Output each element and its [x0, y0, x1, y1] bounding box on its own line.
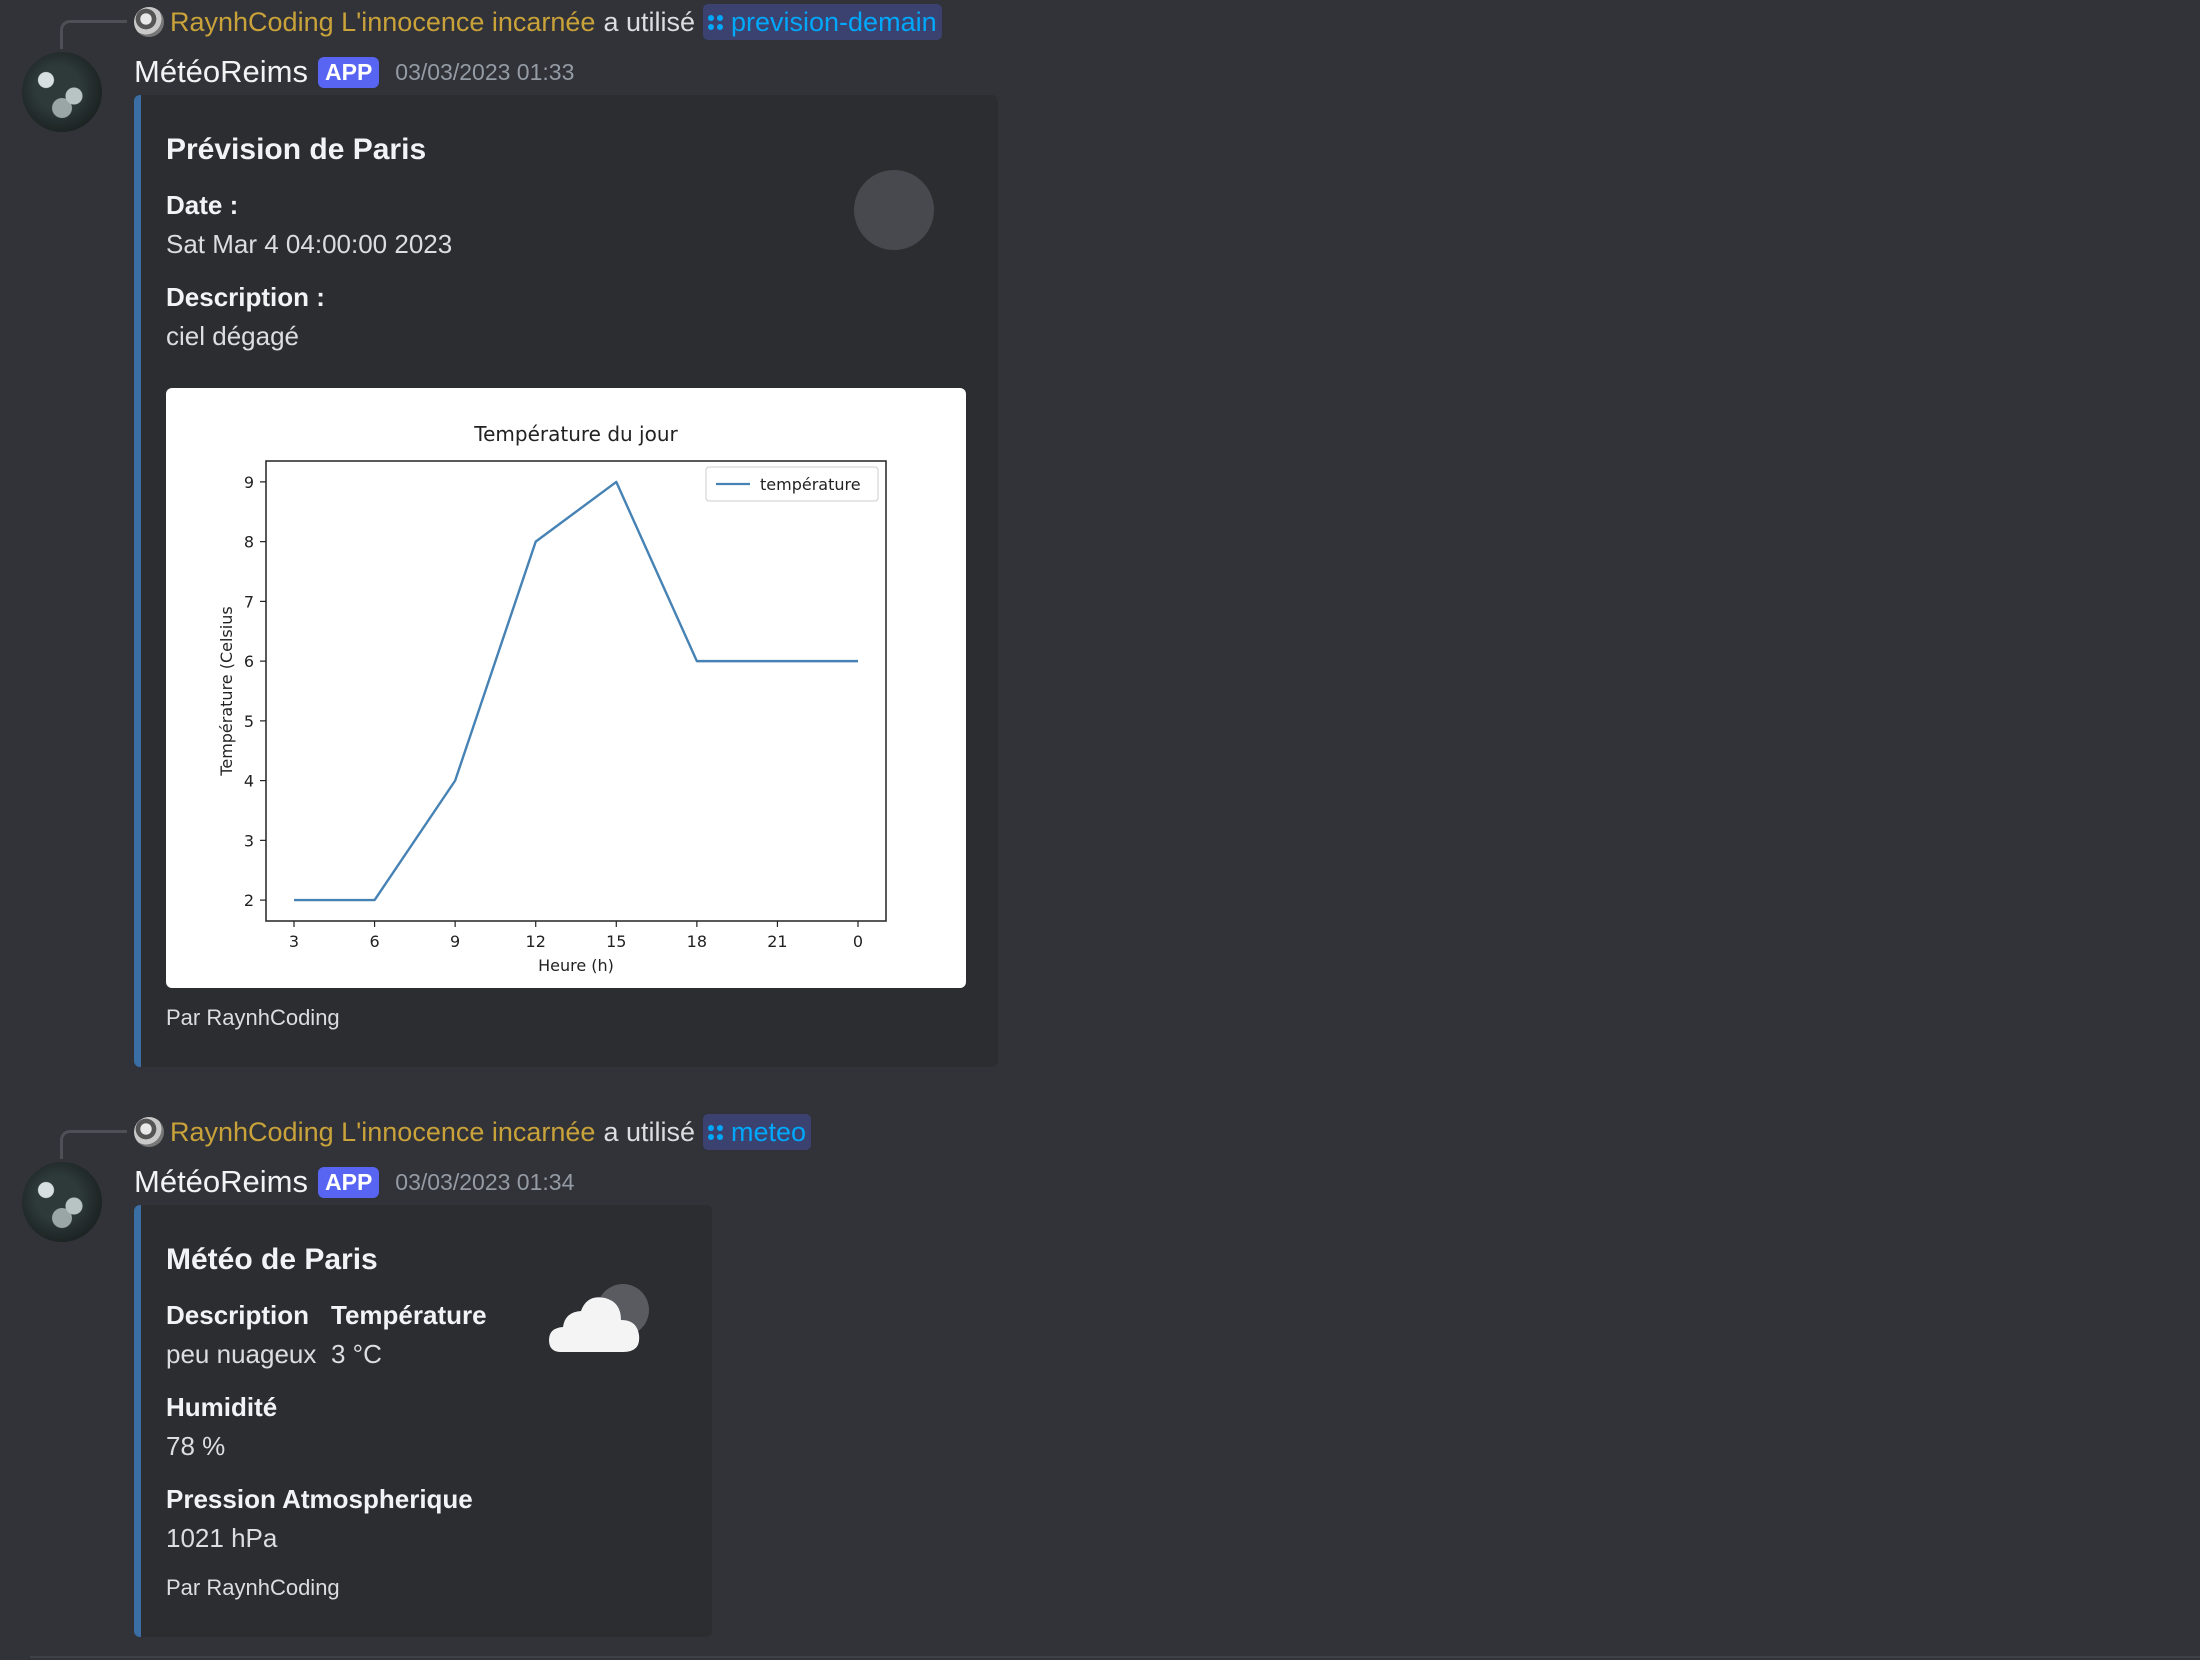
x-tick-label: 12	[526, 932, 546, 951]
reply-reference[interactable]: RaynhCoding L'innocence incarnée a utili…	[134, 1112, 812, 1152]
y-tick-label: 6	[244, 652, 254, 671]
reply-reference[interactable]: RaynhCoding L'innocence incarnée a utili…	[134, 2, 942, 42]
user-avatar-mini[interactable]	[134, 1117, 164, 1147]
field-humidity-name: Humidité	[166, 1392, 278, 1422]
y-tick-label: 7	[244, 592, 254, 611]
x-tick-label: 21	[767, 932, 787, 951]
field-date-name: Date :	[166, 190, 239, 220]
message-header: MétéoReims APP 03/03/2023 01:33	[134, 50, 574, 94]
y-tick-label: 4	[244, 772, 254, 791]
cloud-icon[interactable]	[547, 1280, 657, 1360]
command-mention[interactable]: meteo	[703, 1114, 812, 1150]
field-pressure-value: 1021 hPa	[166, 1523, 278, 1553]
app-badge: APP	[318, 1166, 380, 1198]
y-axis: 2 3 4 5 6 7 8 9	[244, 473, 266, 910]
field-description-name: Description	[166, 1300, 310, 1330]
x-tick-label: 3	[289, 932, 299, 951]
reply-used-text: a utilisé	[603, 1116, 695, 1147]
field-description-name: Description :	[166, 282, 325, 312]
reply-connector	[60, 20, 127, 49]
embed-footer: Par RaynhCoding	[166, 1005, 340, 1030]
y-tick-label: 8	[244, 533, 254, 552]
x-tick-label: 18	[687, 932, 707, 951]
field-description-value: peu nuageux	[166, 1339, 317, 1369]
y-tick-label: 5	[244, 712, 254, 731]
x-tick-label: 0	[853, 932, 863, 951]
field-description-value: ciel dégagé	[166, 321, 299, 351]
message-header: MétéoReims APP 03/03/2023 01:34	[134, 1160, 574, 1204]
reply-used-text: a utilisé	[603, 6, 695, 37]
field-pressure-name: Pression Atmospherique	[166, 1484, 473, 1514]
app-badge: APP	[318, 56, 380, 88]
x-tick-label: 15	[606, 932, 626, 951]
forecast-embed: Prévision de Paris Date : Sat Mar 4 04:0…	[134, 95, 998, 1067]
temperature-chart-image[interactable]: Température du jour 3 6 9 12 15 18 21 0 2 3 4 5 6 7 8…	[166, 388, 966, 988]
chart-title: Température du jour	[473, 422, 678, 446]
field-temperature-value: 3 °C	[331, 1339, 382, 1369]
field-date-value: Sat Mar 4 04:00:00 2023	[166, 229, 453, 259]
divider	[30, 1656, 2200, 1658]
series-layer	[293, 480, 859, 902]
field-temperature-name: Température	[331, 1300, 487, 1330]
x-tick-label: 6	[369, 932, 379, 951]
temperature-chart: Température du jour 3 6 9 12 15 18 21 0 2 3 4 5 6 7 8…	[217, 422, 887, 975]
user-avatar-mini[interactable]	[134, 7, 164, 37]
bot-avatar[interactable]	[22, 1162, 102, 1242]
y-tick-label: 3	[244, 831, 254, 850]
y-axis-label: Température (Celsius	[217, 606, 236, 776]
legend-label: température	[760, 475, 861, 494]
bot-username[interactable]: MétéoReims	[134, 1164, 308, 1200]
chart-legend: température	[705, 466, 879, 502]
embed-title: Météo de Paris	[166, 1243, 378, 1276]
weather-embed: Météo de Paris Description peu nuageux T…	[134, 1205, 712, 1637]
bot-avatar[interactable]	[22, 52, 102, 132]
y-tick-label: 2	[244, 891, 254, 910]
y-tick-label: 9	[244, 473, 254, 492]
message-timestamp[interactable]: 03/03/2023 01:34	[395, 1169, 574, 1196]
x-axis-label: Heure (h)	[538, 956, 614, 975]
slash-command-icon	[708, 1124, 723, 1140]
plot-frame	[265, 460, 887, 922]
message-timestamp[interactable]: 03/03/2023 01:33	[395, 59, 574, 86]
embed-thumbnail[interactable]	[854, 170, 934, 250]
embed-footer: Par RaynhCoding	[166, 1575, 340, 1600]
command-mention[interactable]: prevision-demain	[703, 4, 942, 40]
series-line	[294, 480, 858, 902]
slash-command-icon	[708, 14, 723, 30]
bot-username[interactable]: MétéoReims	[134, 54, 308, 90]
command-name: prevision-demain	[731, 6, 937, 37]
x-axis: 3 6 9 12 15 18 21 0	[289, 921, 863, 951]
reply-username[interactable]: RaynhCoding L'innocence incarnée	[170, 1117, 595, 1148]
reply-connector	[60, 1130, 127, 1159]
embed-title: Prévision de Paris	[166, 133, 427, 166]
command-name: meteo	[731, 1116, 807, 1147]
field-humidity-value: 78 %	[166, 1431, 226, 1461]
x-tick-label: 9	[450, 932, 460, 951]
reply-username[interactable]: RaynhCoding L'innocence incarnée	[170, 7, 595, 38]
